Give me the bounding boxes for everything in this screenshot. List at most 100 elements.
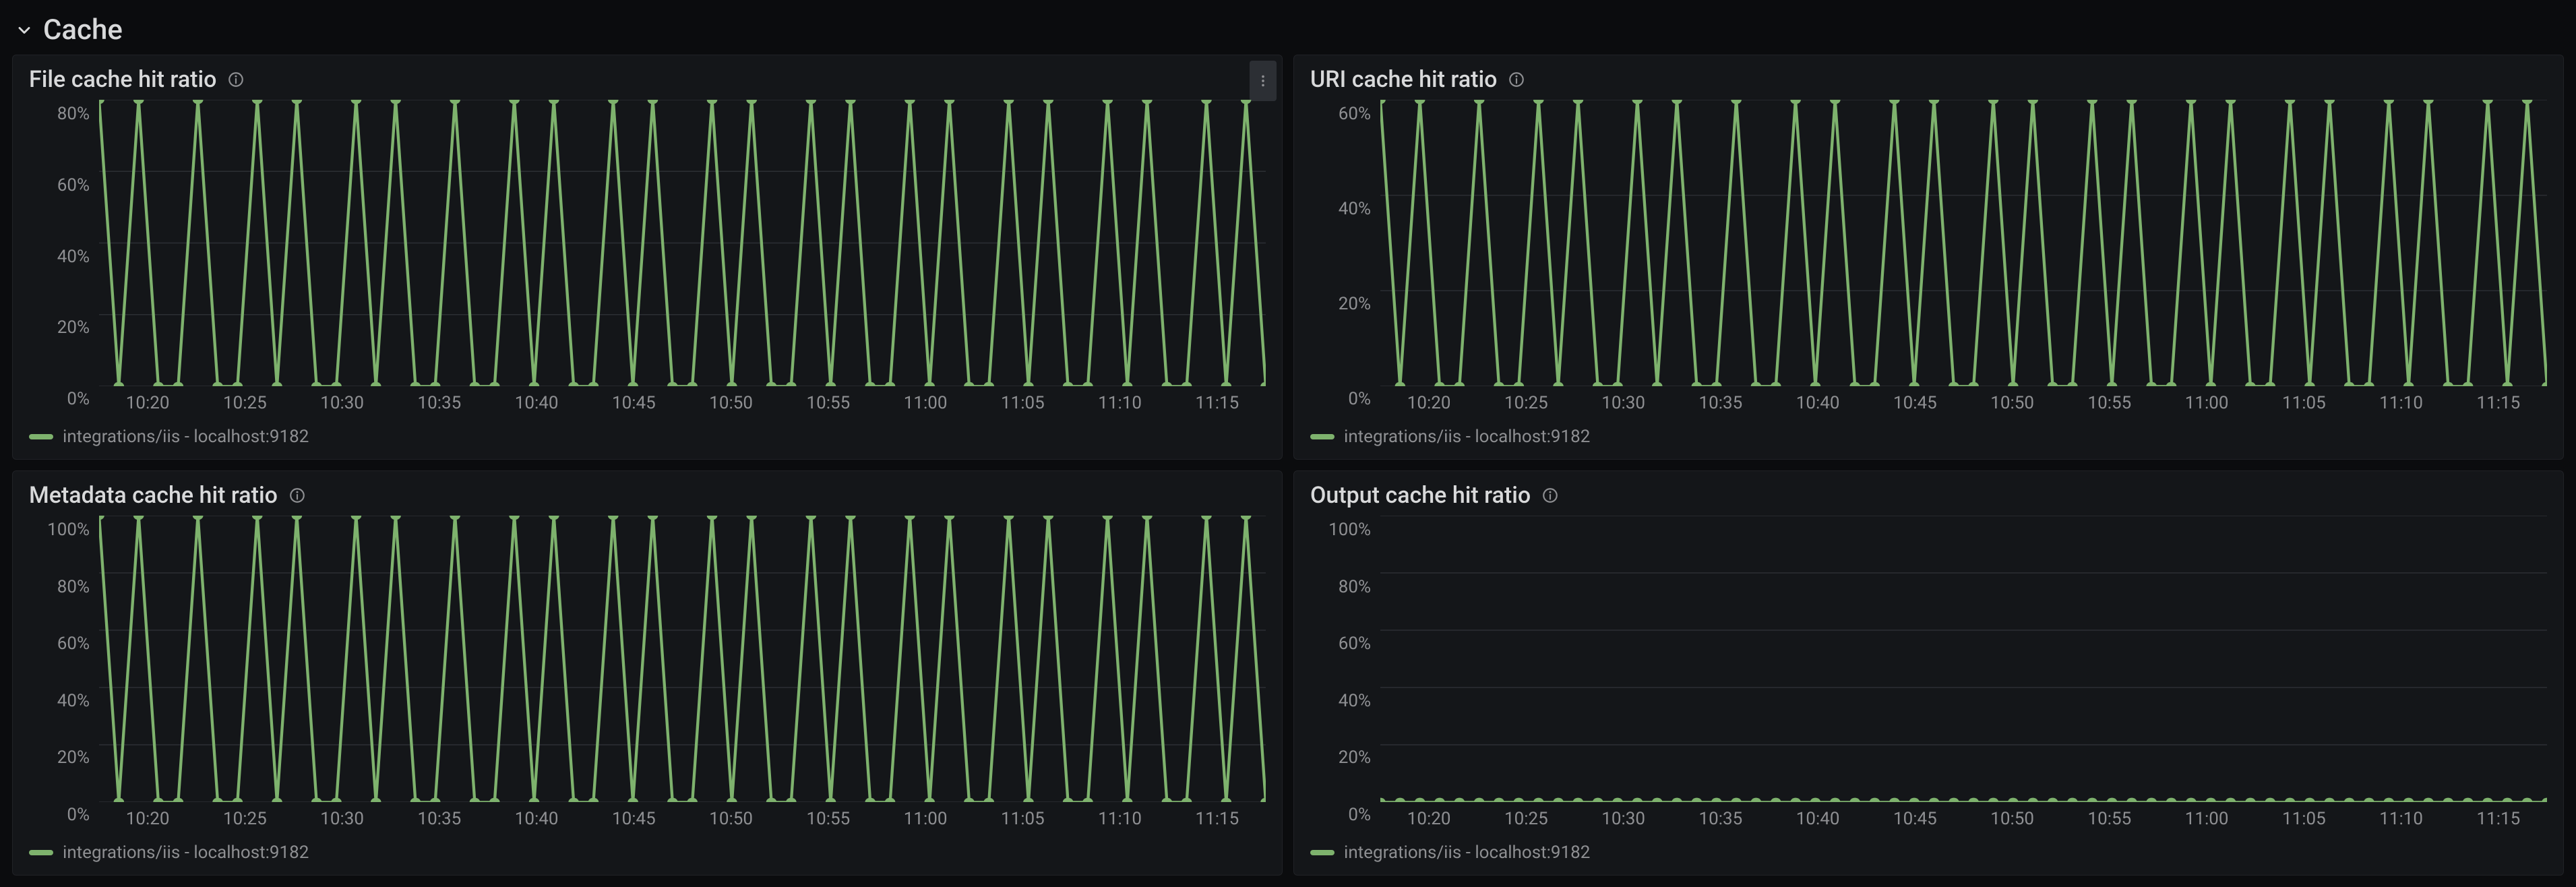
x-tick: 10:40	[1769, 393, 1866, 413]
x-tick: 10:25	[196, 809, 293, 829]
x-tick: 10:35	[391, 809, 488, 829]
y-axis: 100%80%60%40%20%0%	[1310, 516, 1380, 829]
y-tick: 60%	[1310, 634, 1371, 654]
x-tick: 10:50	[683, 809, 780, 829]
y-tick: 40%	[1310, 199, 1371, 219]
x-tick: 10:20	[1380, 809, 1477, 829]
x-tick: 10:55	[2061, 809, 2158, 829]
legend-swatch	[1310, 434, 1335, 439]
x-tick: 11:05	[2255, 809, 2352, 829]
x-tick: 10:45	[1866, 809, 1963, 829]
panel-metadata-cache[interactable]: Metadata cache hit ratio 100% 80% 60% 40% 20%…	[12, 470, 1283, 876]
y-tick: 40%	[1310, 691, 1371, 711]
chart-plot[interactable]	[1380, 100, 2547, 386]
x-tick: 11:00	[2158, 393, 2255, 413]
y-tick: 60%	[1310, 104, 1371, 124]
x-tick: 11:05	[974, 809, 1071, 829]
x-tick: 11:00	[877, 393, 974, 413]
y-tick: 80%	[29, 104, 90, 124]
panel-title: File cache hit ratio	[29, 66, 216, 93]
panel-output-cache[interactable]: Output cache hit ratio100%80%60%40%20%0%…	[1293, 470, 2564, 876]
legend-swatch	[29, 850, 53, 855]
legend-label: integrations/iis - localhost:9182	[1344, 843, 1590, 863]
dashboard-row-header[interactable]: Cache	[0, 0, 2576, 55]
x-axis: 10:2010:2510:3010:3510:4010:4510:5010:55…	[99, 802, 1266, 829]
x-tick: 10:35	[391, 393, 488, 413]
chart-plot[interactable]	[99, 516, 1266, 802]
x-tick: 10:45	[1866, 393, 1963, 413]
x-tick: 11:15	[2450, 809, 2547, 829]
legend-swatch	[29, 434, 53, 439]
x-tick: 10:25	[1477, 393, 1574, 413]
chart-plot[interactable]	[1380, 516, 2547, 802]
chevron-down-icon	[12, 18, 36, 42]
y-axis: 100% 80% 60% 40% 20% 0%	[29, 516, 99, 829]
y-tick: 20%	[29, 317, 90, 338]
y-tick: 20%	[1310, 747, 1371, 768]
y-axis: 80% 60% 40% 20% 0%	[29, 100, 99, 413]
x-tick: 11:00	[2158, 809, 2255, 829]
y-tick: 100%	[29, 520, 90, 540]
chart-plot[interactable]	[99, 100, 1266, 386]
x-tick: 10:40	[488, 809, 585, 829]
legend-label: integrations/iis - localhost:9182	[63, 427, 309, 447]
x-tick: 10:50	[1964, 809, 2061, 829]
legend-label: integrations/iis - localhost:9182	[63, 843, 309, 863]
x-tick: 11:10	[2353, 393, 2450, 413]
x-tick: 11:15	[1169, 393, 1266, 413]
info-icon[interactable]	[1506, 69, 1527, 90]
x-axis: 10:2010:2510:3010:3510:4010:4510:5010:55…	[99, 386, 1266, 413]
x-tick: 11:05	[2255, 393, 2352, 413]
y-tick: 80%	[29, 577, 90, 597]
x-tick: 10:25	[196, 393, 293, 413]
x-tick: 10:55	[780, 809, 877, 829]
x-tick: 11:00	[877, 809, 974, 829]
x-tick: 10:45	[585, 809, 682, 829]
panel-grid: File cache hit ratio80%60%40%20%0%10:201…	[0, 55, 2576, 887]
x-tick: 10:20	[1380, 393, 1477, 413]
panel-uri-cache[interactable]: URI cache hit ratio60%40%20%0%10:2010:25…	[1293, 55, 2564, 460]
x-tick: 10:35	[1672, 809, 1769, 829]
y-tick: 60%	[29, 634, 90, 654]
chart-legend[interactable]: integrations/iis - localhost:9182	[1294, 833, 2563, 875]
panel-title: Output cache hit ratio	[1310, 482, 1531, 509]
x-tick: 11:10	[1072, 393, 1169, 413]
legend-swatch	[1310, 850, 1335, 855]
y-tick: 0%	[1310, 805, 1371, 825]
x-tick: 10:50	[683, 393, 780, 413]
x-axis: 10:2010:2510:3010:3510:4010:4510:5010:55…	[1380, 802, 2547, 829]
x-tick: 10:40	[1769, 809, 1866, 829]
y-tick: 20%	[29, 747, 90, 768]
x-tick: 10:30	[1575, 393, 1672, 413]
x-tick: 10:55	[2061, 393, 2158, 413]
y-tick: 20%	[1310, 294, 1371, 314]
y-tick: 40%	[29, 247, 90, 267]
x-tick: 10:30	[294, 809, 391, 829]
y-axis: 60% 40% 20% 0%	[1310, 100, 1380, 413]
x-tick: 10:30	[1575, 809, 1672, 829]
info-icon[interactable]	[287, 485, 307, 506]
x-tick: 10:25	[1477, 809, 1574, 829]
x-tick: 11:10	[2353, 809, 2450, 829]
y-tick: 60%	[29, 175, 90, 195]
chart-legend[interactable]: integrations/iis - localhost:9182	[13, 417, 1282, 459]
info-icon[interactable]	[226, 69, 246, 90]
row-title: Cache	[43, 13, 123, 47]
panel-title: Metadata cache hit ratio	[29, 482, 278, 509]
x-tick: 11:15	[2450, 393, 2547, 413]
y-tick: 0%	[29, 805, 90, 825]
panel-menu-button[interactable]	[1250, 61, 1277, 101]
chart-legend[interactable]: integrations/iis - localhost:9182	[13, 833, 1282, 875]
chart-legend[interactable]: integrations/iis - localhost:9182	[1294, 417, 2563, 459]
x-axis: 10:2010:2510:3010:3510:4010:4510:5010:55…	[1380, 386, 2547, 413]
y-tick: 0%	[1310, 389, 1371, 409]
legend-label: integrations/iis - localhost:9182	[1344, 427, 1590, 447]
y-tick: 0%	[29, 389, 90, 409]
y-tick: 40%	[29, 691, 90, 711]
y-tick: 80%	[1310, 577, 1371, 597]
info-icon[interactable]	[1540, 485, 1560, 506]
x-tick: 10:55	[780, 393, 877, 413]
x-tick: 11:10	[1072, 809, 1169, 829]
panel-file-cache[interactable]: File cache hit ratio 80% 60% 40% 20% 0% 10:201…	[12, 55, 1283, 460]
x-tick: 10:45	[585, 393, 682, 413]
